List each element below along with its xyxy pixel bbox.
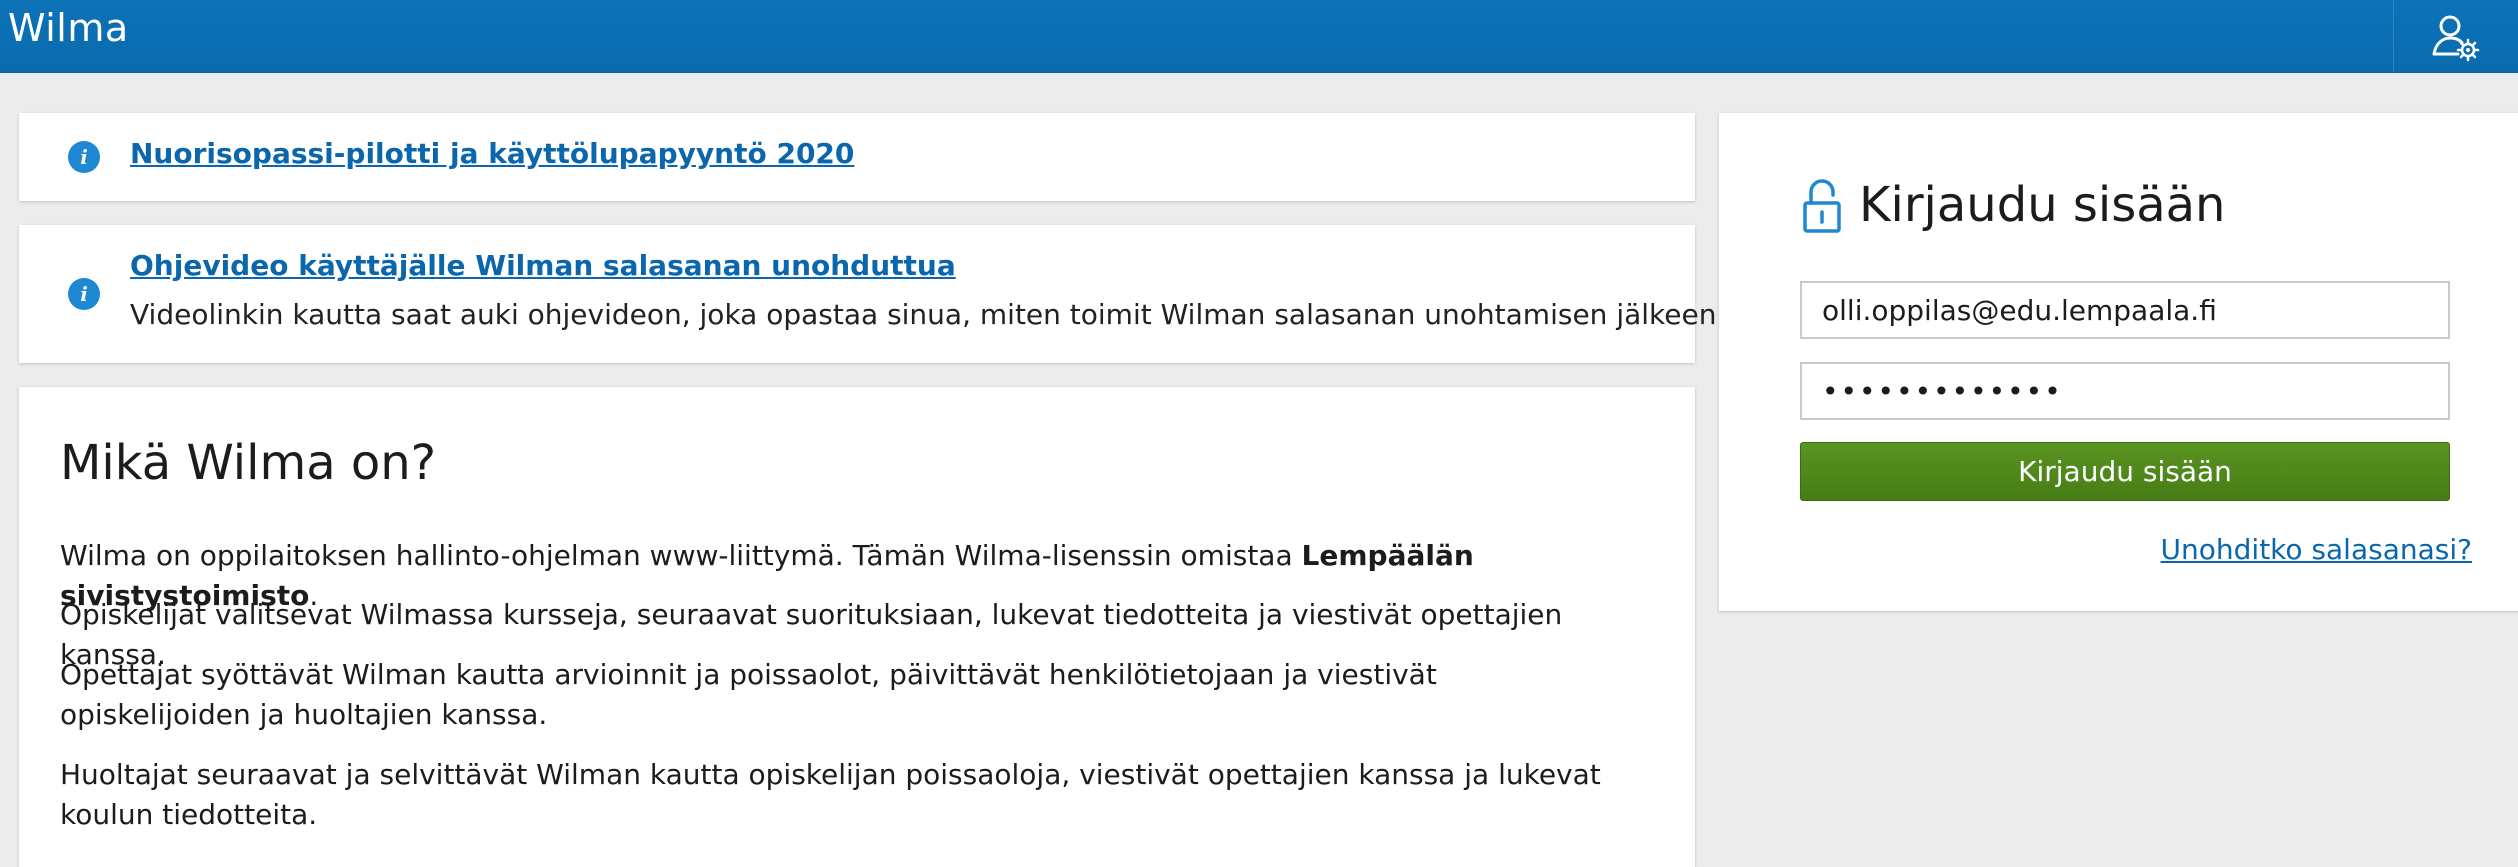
svg-text:i: i	[80, 145, 88, 169]
notice-link-youth-pass[interactable]: Nuorisopassi-pilotti ja käyttölupapyyntö…	[130, 137, 854, 170]
login-button[interactable]: Kirjaudu sisään	[1800, 442, 2450, 501]
username-input[interactable]	[1800, 281, 2450, 339]
notice-card-2: i Ohjevideo käyttäjälle Wilman salasanan…	[19, 225, 1725, 363]
password-input[interactable]	[1800, 362, 2450, 420]
top-bar: Wilma	[0, 0, 2518, 73]
user-settings-icon	[2432, 15, 2480, 62]
about-heading: Mikä Wilma on?	[60, 435, 437, 491]
about-p1-text: Wilma on oppilaitoksen hallinto-ohjelman…	[60, 539, 1302, 572]
app-title[interactable]: Wilma	[8, 6, 129, 50]
notice-card-1: i Nuorisopassi-pilotti ja käyttölupapyyn…	[19, 113, 1695, 201]
about-card: Mikä Wilma on? Wilma on oppilaitoksen ha…	[19, 387, 1695, 867]
info-icon: i	[68, 278, 100, 310]
info-icon: i	[68, 141, 100, 173]
about-paragraph-teachers: Opettajat syöttävät Wilman kautta arvioi…	[60, 658, 1437, 731]
unlocked-padlock-icon	[1803, 179, 1841, 233]
notice-link-help-video[interactable]: Ohjevideo käyttäjälle Wilman salasanan u…	[130, 249, 956, 282]
notice-description: Videolinkin kautta saat auki ohjevideon,…	[130, 298, 1726, 331]
svg-text:i: i	[80, 282, 88, 306]
about-paragraph-guardians: Huoltajat seuraavat ja selvittävät Wilma…	[60, 758, 1601, 831]
user-settings-button[interactable]	[2393, 0, 2518, 72]
login-card: Kirjaudu sisään Kirjaudu sisään Unohditk…	[1719, 113, 2518, 611]
login-title: Kirjaudu sisään	[1859, 177, 2226, 233]
forgot-password-link[interactable]: Unohditko salasanasi?	[2161, 533, 2472, 566]
